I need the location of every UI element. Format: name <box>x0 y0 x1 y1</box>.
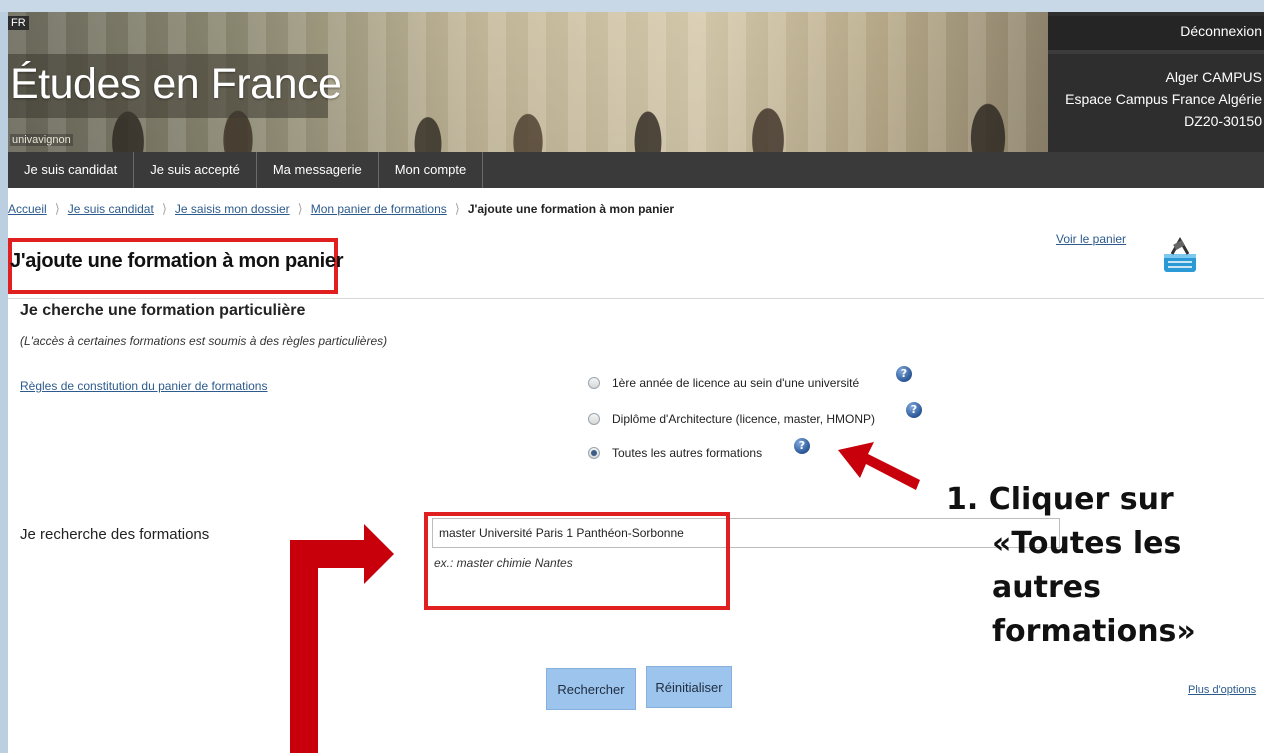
radio-autres[interactable] <box>588 447 600 459</box>
callout-line-4: formations» <box>992 614 1196 649</box>
logout-button[interactable]: Déconnexion <box>1048 16 1264 54</box>
breadcrumb-panier[interactable]: Mon panier de formations <box>311 202 447 216</box>
help-icon[interactable]: ? <box>906 402 922 418</box>
basket-icon[interactable] <box>1158 232 1202 276</box>
arrow-to-radio <box>838 442 920 490</box>
left-border <box>0 12 8 753</box>
callout-line-1: 1. Cliquer sur <box>946 482 1174 517</box>
reset-button[interactable]: Réinitialiser <box>646 666 732 708</box>
user-panel: Déconnexion Alger CAMPUS Espace Campus F… <box>1048 12 1264 152</box>
option-licence[interactable]: 1ère année de licence au sein d'une univ… <box>588 376 859 390</box>
breadcrumb-accueil[interactable]: Accueil <box>8 202 47 216</box>
radio-architecture[interactable] <box>588 413 600 425</box>
chevron-right-icon: ⟩ <box>161 201 167 216</box>
callout-line-3: autres <box>992 570 1101 605</box>
radio-licence[interactable] <box>588 377 600 389</box>
chevron-right-icon: ⟩ <box>454 201 460 216</box>
instruction-callout: 1. Cliquer sur «Toutes les autres format… <box>946 478 1264 654</box>
option-architecture-label: Diplôme d'Architecture (licence, master,… <box>612 412 876 426</box>
chevron-right-icon: ⟩ <box>54 201 60 216</box>
user-info: Alger CAMPUS Espace Campus France Algéri… <box>1065 66 1262 132</box>
breadcrumb: Accueil ⟩ Je suis candidat ⟩ Je saisis m… <box>8 201 674 217</box>
more-options-link[interactable]: Plus d'options <box>1188 684 1256 696</box>
site-logo[interactable]: Études en France <box>10 60 342 109</box>
language-switch[interactable]: FR <box>8 16 29 30</box>
nav-item-compte[interactable]: Mon compte <box>379 152 484 188</box>
user-id: DZ20-30150 <box>1184 113 1262 129</box>
callout-line-2: «Toutes les <box>992 526 1182 561</box>
search-button[interactable]: Rechercher <box>546 668 636 710</box>
nav-item-accepte[interactable]: Je suis accepté <box>134 152 257 188</box>
access-note: (L'accès à certaines formations est soum… <box>20 334 388 348</box>
chevron-right-icon: ⟩ <box>297 201 303 216</box>
help-icon[interactable]: ? <box>896 366 912 382</box>
breadcrumb-candidat[interactable]: Je suis candidat <box>68 202 154 216</box>
breadcrumb-current: J'ajoute une formation à mon panier <box>467 202 675 216</box>
option-autres[interactable]: Toutes les autres formations <box>588 446 762 460</box>
user-name: Alger CAMPUS <box>1165 69 1262 85</box>
search-example: ex.: master chimie Nantes <box>434 556 573 570</box>
view-basket-link[interactable]: Voir le panier <box>1056 232 1126 246</box>
help-icon[interactable]: ? <box>794 438 810 454</box>
nav-item-messagerie[interactable]: Ma messagerie <box>257 152 379 188</box>
main-nav: Je suis candidat Je suis accepté Ma mess… <box>8 152 1264 188</box>
nav-item-candidat[interactable]: Je suis candidat <box>8 152 135 188</box>
university-tag: univavignon <box>10 134 73 146</box>
divider <box>8 298 1264 299</box>
option-autres-label: Toutes les autres formations <box>612 446 763 460</box>
arrow-to-search <box>290 524 394 753</box>
search-label: Je recherche des formations <box>20 526 210 543</box>
browser-page: FR Études en France univavignon Déconnex… <box>8 12 1264 753</box>
breadcrumb-dossier[interactable]: Je saisis mon dossier <box>175 202 290 216</box>
section-heading: Je cherche une formation particulière <box>20 302 306 319</box>
rules-link[interactable]: Règles de constitution du panier de form… <box>20 379 267 393</box>
option-architecture[interactable]: Diplôme d'Architecture (licence, master,… <box>588 412 875 426</box>
option-licence-label: 1ère année de licence au sein d'une univ… <box>612 376 860 390</box>
page-title: J'ajoute une formation à mon panier <box>10 250 344 272</box>
user-space: Espace Campus France Algérie <box>1065 91 1262 107</box>
